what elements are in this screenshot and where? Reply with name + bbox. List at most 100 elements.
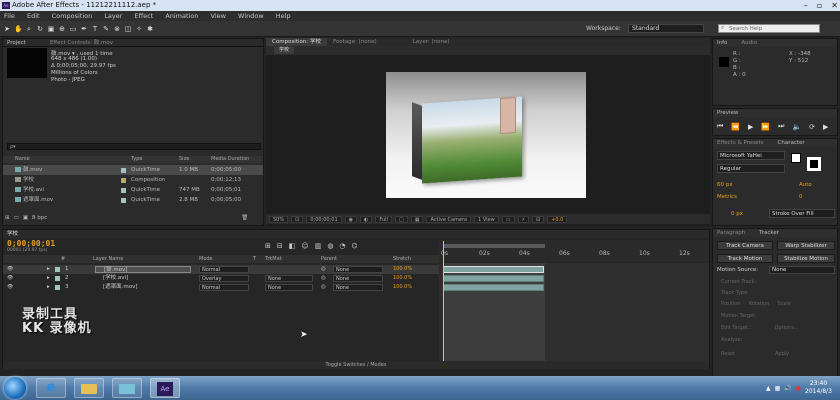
brainstorm-icon[interactable]: ⌬ xyxy=(352,242,358,250)
graph-editor-icon[interactable]: ◔ xyxy=(339,242,345,250)
menu-layer[interactable]: Layer xyxy=(104,12,122,20)
col-size[interactable]: Size xyxy=(179,156,189,163)
parent-pickwhip-icon[interactable]: ◎ xyxy=(321,265,326,274)
composition-viewer[interactable] xyxy=(386,72,586,198)
parent-select[interactable]: None xyxy=(333,275,383,282)
col-type[interactable]: Type xyxy=(131,156,142,163)
edit-target-button[interactable]: Edit Target... xyxy=(721,325,753,331)
layer-label-swatch[interactable] xyxy=(55,285,60,290)
draft-3d-icon[interactable]: ◧ xyxy=(289,242,296,250)
fast-previews-icon[interactable]: ⚡ xyxy=(517,215,530,223)
current-time-display[interactable]: 0;00;00;01 xyxy=(306,215,342,223)
font-family-select[interactable]: Microsoft YaHei xyxy=(717,151,785,160)
new-folder-icon[interactable]: ▭ xyxy=(14,215,19,221)
col-name[interactable]: Name xyxy=(15,156,30,163)
transparency-grid-icon[interactable]: ▦ xyxy=(410,215,424,223)
layer-label-swatch[interactable] xyxy=(55,276,60,281)
tab-project[interactable]: Project xyxy=(7,39,26,47)
network-icon[interactable]: ▦ xyxy=(775,385,781,392)
app-taskbar-icon[interactable] xyxy=(112,378,142,398)
next-frame-icon[interactable]: ⏩ xyxy=(761,123,770,131)
project-search-input[interactable]: ρ▾ xyxy=(7,143,261,150)
stretch-value[interactable]: 100.0% xyxy=(393,265,412,274)
col-media-duration[interactable]: Media Duration xyxy=(211,156,249,163)
explorer-taskbar-icon[interactable] xyxy=(74,378,104,398)
close-icon[interactable]: ✕ xyxy=(831,0,838,11)
layer-duration-bar[interactable] xyxy=(443,284,544,291)
camera-select[interactable]: Active Camera xyxy=(426,215,472,223)
workspace-select[interactable]: Standard xyxy=(628,24,704,33)
interpret-footage-icon[interactable]: ⊞ xyxy=(5,215,10,221)
zoom-tool-icon[interactable]: ⌕ xyxy=(25,25,33,33)
layer-row[interactable]: 👁 ▸ 2 [学校.avi] Overlay None ◎ None 100.0… xyxy=(3,274,439,283)
font-style-select[interactable]: Regular xyxy=(717,164,785,173)
tab-composition[interactable]: Composition: 学校 xyxy=(266,38,327,46)
motion-blur-icon[interactable]: ◍ xyxy=(327,242,333,250)
tab-footage[interactable]: Footage: (none) xyxy=(327,38,383,46)
project-item-row[interactable]: 鼓.mov QuickTime 1.0 MB 0;00;05;00 xyxy=(3,165,263,175)
new-comp-icon[interactable]: ▣ xyxy=(23,215,28,221)
warp-stabilizer-button[interactable]: Warp Stabilizer xyxy=(777,241,835,250)
trash-icon[interactable]: 🗑 xyxy=(241,215,248,221)
work-area-bar[interactable] xyxy=(443,244,545,248)
brush-tool-icon[interactable]: ✎ xyxy=(102,25,110,33)
tab-tracker[interactable]: Tracker xyxy=(759,229,779,237)
tab-preview[interactable]: Preview xyxy=(713,109,837,117)
position-checkbox[interactable]: Position xyxy=(721,301,740,307)
minimize-icon[interactable]: – xyxy=(804,0,808,11)
show-channel-icon[interactable]: ◐ xyxy=(360,215,373,223)
track-camera-button[interactable]: Track Camera xyxy=(717,241,773,250)
layer-name[interactable]: [学校.avi] xyxy=(103,274,128,283)
last-frame-icon[interactable]: ⏭ xyxy=(778,122,784,131)
track-matte-select[interactable]: None xyxy=(265,275,313,282)
menu-animation[interactable]: Animation xyxy=(165,12,198,20)
reset-button[interactable]: Reset xyxy=(721,351,735,357)
timeline-link-icon[interactable]: ⊟ xyxy=(532,215,545,223)
tab-character[interactable]: Character xyxy=(778,139,805,147)
camera-tool-icon[interactable]: ▣ xyxy=(47,25,55,33)
stretch-value[interactable]: 100.0% xyxy=(393,274,412,283)
visibility-icon[interactable]: 👁 xyxy=(7,274,13,283)
clone-tool-icon[interactable]: ⊗ xyxy=(113,25,121,33)
stretch-value[interactable]: 100.0% xyxy=(393,283,412,292)
stroke-mode-select[interactable]: Stroke Over Fill xyxy=(769,209,835,218)
apply-button[interactable]: Apply xyxy=(775,351,789,357)
live-update-icon[interactable]: ⊞ xyxy=(265,242,271,250)
tab-info[interactable]: Info xyxy=(717,39,727,47)
pen-tool-icon[interactable]: ✒ xyxy=(80,25,88,33)
tab-audio[interactable]: Audio xyxy=(741,39,757,47)
time-ruler[interactable]: 0s 02s 04s 06s 08s 10s 12s xyxy=(439,240,709,262)
visibility-icon[interactable]: 👁 xyxy=(7,283,13,292)
pan-behind-tool-icon[interactable]: ⊕ xyxy=(58,25,66,33)
menu-composition[interactable]: Composition xyxy=(52,12,93,20)
menu-help[interactable]: Help xyxy=(276,12,291,20)
tray-icon[interactable]: ▲ xyxy=(766,385,771,392)
scale-checkbox[interactable]: Scale xyxy=(777,301,790,307)
kerning-field[interactable]: Metrics xyxy=(717,194,737,200)
blend-mode-select[interactable]: Normal xyxy=(199,266,249,273)
current-time-indicator[interactable] xyxy=(443,241,444,368)
layer-name[interactable]: [鼓.mov] xyxy=(95,266,191,273)
project-item-row[interactable]: 学校 Composition 0;00;12;13 xyxy=(3,175,263,185)
clock[interactable]: 23:40 2014/8/3 xyxy=(805,380,832,396)
text-tool-icon[interactable]: T xyxy=(91,25,99,33)
leading-field[interactable]: Auto xyxy=(799,182,812,188)
prev-frame-icon[interactable]: ⏪ xyxy=(731,123,740,131)
after-effects-taskbar-icon[interactable]: Ae xyxy=(150,378,180,398)
roto-brush-icon[interactable]: ✧ xyxy=(135,25,143,33)
comp-breadcrumb[interactable]: 学校 xyxy=(274,47,295,54)
project-item-row[interactable]: 学校.avi QuickTime 747 MB 0;00;05;01 xyxy=(3,185,263,195)
track-matte-select[interactable]: None xyxy=(265,284,313,291)
toggle-switches-modes-button[interactable]: Toggle Switches / Modes xyxy=(3,361,709,369)
layer-duration-bar[interactable] xyxy=(443,266,544,273)
first-frame-icon[interactable]: ⏮ xyxy=(717,122,723,131)
stroke-width-field[interactable]: 0 px xyxy=(731,211,743,217)
region-of-interest-icon[interactable]: ▢ xyxy=(394,215,408,223)
parent-pickwhip-icon[interactable]: ◎ xyxy=(321,274,326,283)
layer-label-swatch[interactable] xyxy=(55,267,60,272)
record-icon[interactable]: ● xyxy=(796,385,801,392)
play-icon[interactable]: ▶ xyxy=(748,123,753,131)
search-help-input[interactable]: Search Help xyxy=(718,24,820,33)
track-motion-button[interactable]: Track Motion xyxy=(717,254,773,263)
font-size-field[interactable]: 60 px xyxy=(717,182,733,188)
